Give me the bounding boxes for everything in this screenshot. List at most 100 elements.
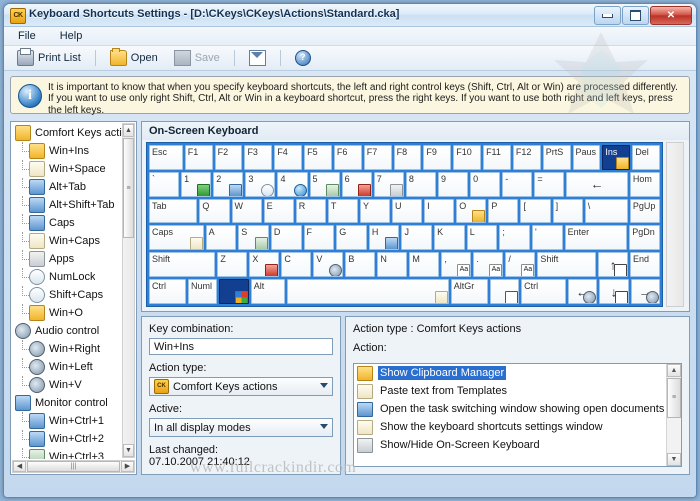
menu-help[interactable]: Help: [56, 29, 87, 43]
tree-item-1-0[interactable]: Win+Right: [13, 340, 136, 358]
action-item-1[interactable]: Paste text from Templates: [354, 382, 681, 400]
menu-file[interactable]: File: [14, 29, 40, 43]
action-type-select[interactable]: CK Comfort Keys actions: [149, 377, 333, 396]
action-scroll-down-arrow[interactable]: ▼: [667, 453, 681, 466]
key--[interactable]: -: [502, 171, 533, 197]
key-8[interactable]: 8: [405, 171, 436, 197]
key-note-icon[interactable]: [287, 279, 449, 304]
tree-item-0-5[interactable]: Win+Caps: [13, 232, 136, 250]
key-c[interactable]: C: [281, 252, 312, 278]
key-tab[interactable]: Tab: [149, 198, 198, 224]
key-f[interactable]: F: [303, 225, 335, 251]
key-numl[interactable]: Numl: [188, 279, 218, 304]
close-button[interactable]: ✕: [650, 6, 692, 25]
key-blank[interactable]: ←: [566, 171, 628, 197]
tree-scroll-thumb[interactable]: ≡: [123, 138, 134, 238]
key-h[interactable]: H: [368, 225, 400, 251]
key-4[interactable]: 4: [277, 171, 308, 197]
key--[interactable]: ]: [552, 198, 583, 224]
key-k[interactable]: K: [434, 225, 465, 251]
key-f1[interactable]: F1: [184, 145, 213, 170]
key-menu-icon[interactable]: [489, 279, 520, 304]
key-p[interactable]: P: [488, 198, 519, 224]
active-select[interactable]: In all display modes: [149, 418, 333, 437]
key-l[interactable]: L: [466, 225, 498, 251]
tree-scroll-left-arrow[interactable]: ◀: [13, 461, 26, 472]
key-a[interactable]: A: [205, 225, 237, 251]
key-pgdn[interactable]: PgDn: [629, 225, 660, 251]
minimize-button[interactable]: [594, 6, 621, 25]
key-7[interactable]: 7: [373, 171, 404, 197]
key-del[interactable]: Del: [632, 145, 661, 170]
key-minus-icon[interactable]: ↓: [599, 279, 629, 304]
key-b[interactable]: B: [345, 252, 376, 278]
key-combination-input[interactable]: Win+Ins: [149, 338, 333, 355]
key-paus[interactable]: Paus: [572, 145, 601, 170]
key--[interactable]: ;: [499, 225, 531, 251]
tree-item-0-9[interactable]: Win+O: [13, 304, 136, 322]
key-d[interactable]: D: [270, 225, 302, 251]
key-ctrl[interactable]: Ctrl: [521, 279, 566, 304]
key-9[interactable]: 9: [437, 171, 469, 197]
key-s[interactable]: S: [238, 225, 269, 251]
key-x[interactable]: X: [249, 252, 280, 278]
key-t[interactable]: T: [327, 198, 358, 224]
key-end[interactable]: End: [630, 252, 660, 278]
action-list-scrollbar[interactable]: ▲ ≡ ▼: [666, 364, 681, 466]
key-v[interactable]: V: [313, 252, 344, 278]
open-button[interactable]: Open: [105, 48, 163, 68]
key-u[interactable]: U: [392, 198, 423, 224]
key-f5[interactable]: F5: [304, 145, 332, 170]
key-q[interactable]: Q: [199, 198, 230, 224]
key-5[interactable]: 5: [309, 171, 340, 197]
key-3[interactable]: 3: [245, 171, 276, 197]
key-volume-down-icon[interactable]: ←: [567, 279, 598, 304]
tree-item-1-1[interactable]: Win+Left: [13, 358, 136, 376]
save-button[interactable]: Save: [169, 48, 225, 68]
key-i[interactable]: I: [424, 198, 455, 224]
shortcuts-tree[interactable]: Comfort Keys actior Win+Ins Win+Space Alt+T…: [11, 122, 136, 459]
key-f11[interactable]: F11: [483, 145, 511, 170]
key--[interactable]: . Aa: [473, 252, 504, 278]
key-pgup[interactable]: PgUp: [629, 198, 660, 224]
tree-item-0-2[interactable]: Alt+Tab: [13, 178, 136, 196]
key-f8[interactable]: F8: [393, 145, 422, 170]
key--[interactable]: [: [520, 198, 551, 224]
key-0[interactable]: 0: [470, 171, 501, 197]
tree-group-2[interactable]: Monitor control: [13, 394, 136, 412]
key-volume-up-icon[interactable]: →: [630, 279, 660, 304]
key-o[interactable]: O: [456, 198, 487, 224]
tree-item-0-6[interactable]: Apps: [13, 250, 136, 268]
key-f9[interactable]: F9: [423, 145, 452, 170]
key-2[interactable]: 2: [213, 171, 244, 197]
key-restore-win-icon[interactable]: ↑: [598, 252, 628, 278]
keyboard-scroll-area[interactable]: [666, 142, 684, 307]
key-r[interactable]: R: [295, 198, 326, 224]
tree-item-2-2[interactable]: Win+Ctrl+3: [13, 448, 136, 459]
tree-group-0[interactable]: Comfort Keys actior: [13, 124, 136, 142]
tree-horizontal-scrollbar[interactable]: ◀ ||| ▶: [12, 460, 135, 473]
key-w[interactable]: W: [231, 198, 262, 224]
key-shift[interactable]: Shift: [537, 252, 596, 278]
key--[interactable]: ': [532, 225, 563, 251]
key-caps[interactable]: Caps: [149, 225, 204, 251]
key-alt[interactable]: Alt: [250, 279, 286, 304]
tree-item-2-1[interactable]: Win+Ctrl+2: [13, 430, 136, 448]
action-item-3[interactable]: Show the keyboard shortcuts settings win…: [354, 418, 681, 436]
key--[interactable]: =: [534, 171, 565, 197]
tree-scroll-right-arrow[interactable]: ▶: [121, 461, 134, 472]
key-f4[interactable]: F4: [274, 145, 303, 170]
tree-vertical-scrollbar[interactable]: ▲ ≡ ▼: [122, 123, 135, 458]
key-f3[interactable]: F3: [244, 145, 273, 170]
key-g[interactable]: G: [336, 225, 367, 251]
key--[interactable]: , Aa: [441, 252, 472, 278]
keyboard-keys-area[interactable]: Esc F1 F2 F3 F4 F5 F6 F7 F8 F9 F10 F11 F12 PrtS Paus In…: [146, 142, 663, 307]
action-item-2[interactable]: Open the task switching window showing o…: [354, 400, 681, 418]
key-1[interactable]: 1: [181, 171, 212, 197]
tree-item-2-0[interactable]: Win+Ctrl+1: [13, 412, 136, 430]
key--[interactable]: \: [584, 198, 628, 224]
key-f6[interactable]: F6: [333, 145, 362, 170]
key-enter[interactable]: Enter: [564, 225, 628, 251]
key-hom[interactable]: Hom: [629, 171, 660, 197]
key--[interactable]: / Aa: [505, 252, 536, 278]
